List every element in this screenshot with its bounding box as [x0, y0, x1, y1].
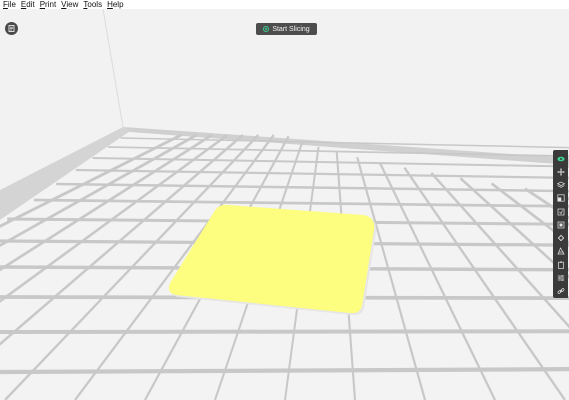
link-icon [557, 288, 564, 295]
menu-help-rest: elp [112, 0, 124, 9]
document-icon [8, 25, 15, 32]
menu-file-rest: ile [7, 0, 16, 9]
layers-icon [556, 181, 565, 188]
move-button[interactable] [554, 165, 567, 178]
view-eye-button[interactable] [554, 152, 567, 165]
view-eye-icon [556, 156, 565, 161]
cut-button[interactable] [554, 245, 567, 258]
scale-icon [556, 194, 565, 202]
grid-row-line [0, 367, 569, 375]
menu-file[interactable]: File [0, 0, 18, 9]
menu-tools[interactable]: Tools [80, 0, 104, 9]
document-button[interactable] [5, 22, 18, 35]
support-button[interactable] [554, 232, 567, 245]
menu-bar: File Edit Print View Tools Help [0, 0, 569, 9]
settings-icon [557, 275, 564, 281]
move-icon [556, 168, 565, 176]
link-button[interactable] [554, 285, 567, 298]
cut-icon [556, 247, 565, 255]
grid-row-line [0, 329, 569, 334]
start-slicing-label: Start Slicing [272, 25, 310, 33]
layers-button[interactable] [554, 179, 567, 192]
menu-print[interactable]: Print [37, 0, 58, 9]
3d-viewport[interactable]: Start Slicing [0, 9, 569, 400]
menu-help[interactable]: Help [104, 0, 125, 9]
start-slicing-button[interactable]: Start Slicing [256, 23, 317, 35]
menu-edit[interactable]: Edit [18, 0, 37, 9]
rotate-icon [557, 208, 564, 216]
scale-button[interactable] [554, 192, 567, 205]
clipboard-icon [557, 261, 564, 269]
support-icon [557, 235, 564, 242]
mirror-button[interactable] [554, 218, 567, 231]
right-toolbar [553, 150, 568, 298]
clipboard-button[interactable] [554, 258, 567, 271]
menu-view-rest: iew [66, 0, 79, 9]
menu-print-rest: rint [45, 0, 57, 9]
rotate-button[interactable] [554, 205, 567, 218]
mirror-icon [557, 221, 564, 229]
menu-tools-rest: ools [87, 0, 103, 9]
menu-edit-rest: dit [26, 0, 35, 9]
settings-button[interactable] [554, 271, 567, 284]
menu-view[interactable]: View [58, 0, 80, 9]
print-bed-scene [0, 9, 569, 400]
slice-icon [263, 26, 270, 32]
